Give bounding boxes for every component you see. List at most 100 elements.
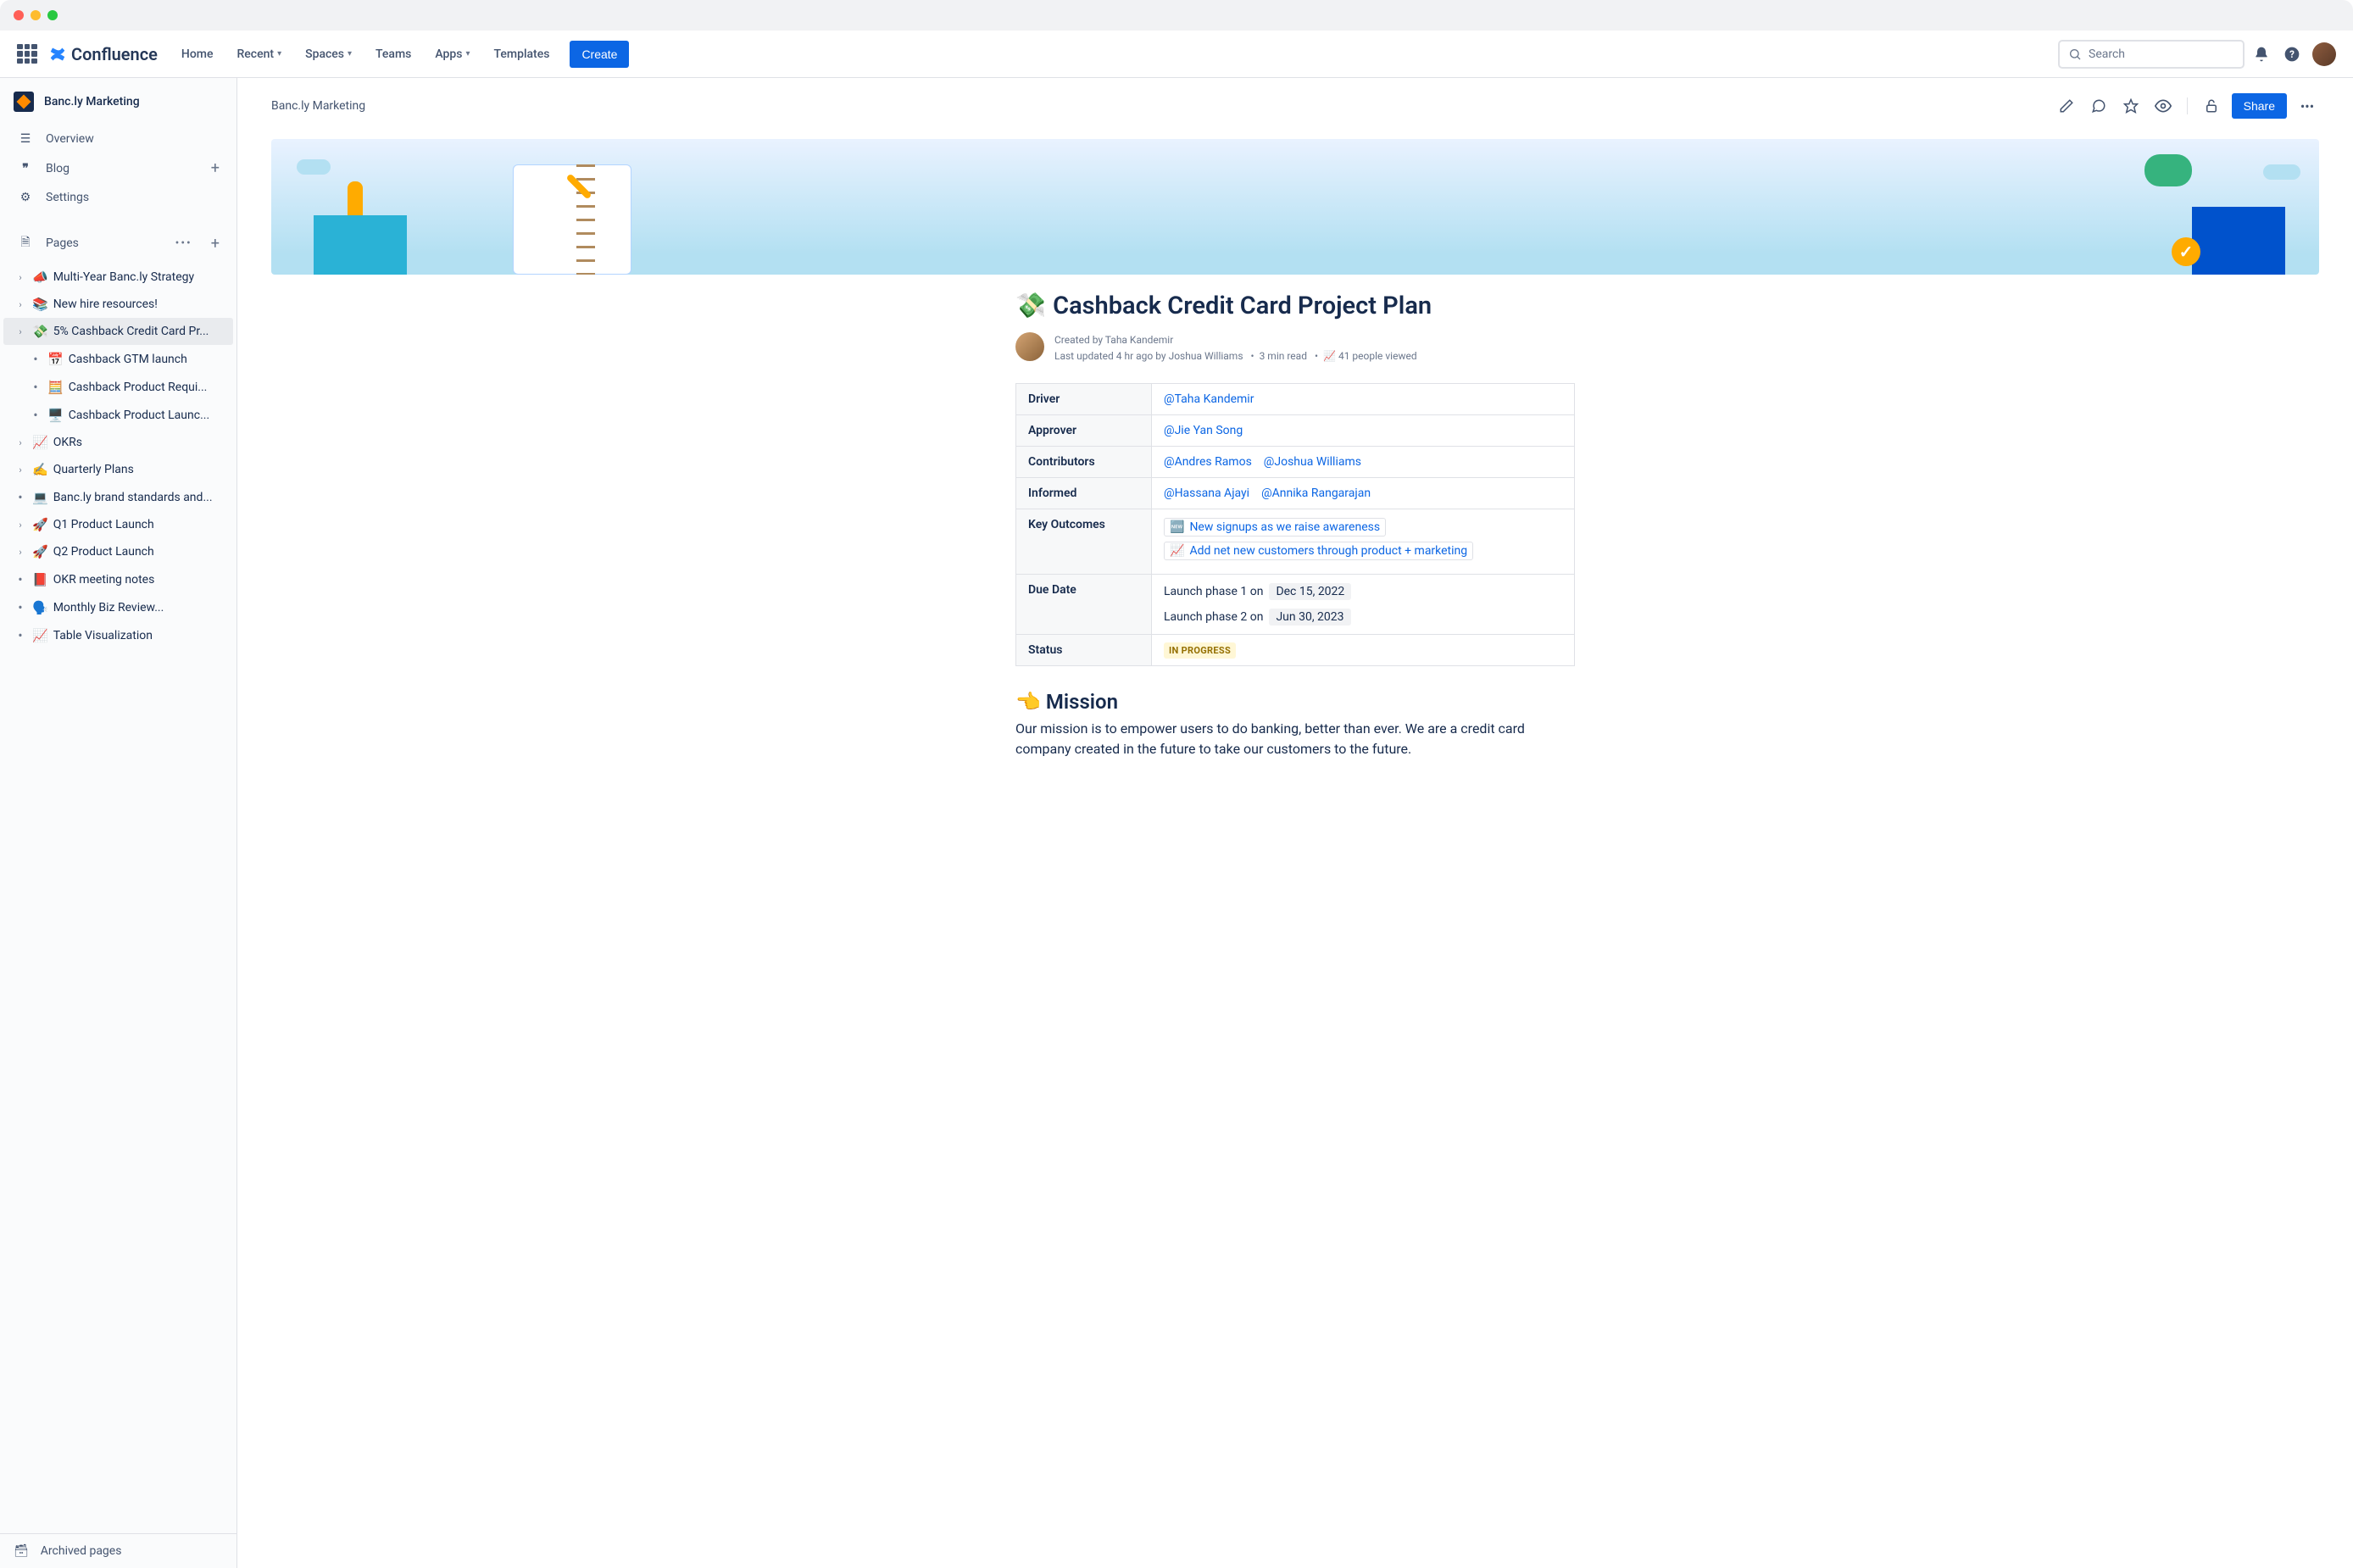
expand-icon[interactable]: › — [14, 326, 27, 337]
app-switcher-icon[interactable] — [17, 44, 37, 64]
page-emoji: 📚 — [32, 297, 48, 312]
mention[interactable]: @Hassana Ajayi — [1164, 487, 1249, 500]
page-emoji: 💻 — [32, 490, 48, 505]
edit-icon[interactable] — [2055, 94, 2078, 118]
sidebar-pages-header[interactable]: 🗎Pages•••+ — [7, 226, 230, 260]
share-button[interactable]: Share — [2232, 93, 2287, 119]
window-chrome — [0, 0, 2353, 31]
archive-icon: 🗃 — [14, 1544, 29, 1558]
help-icon[interactable]: ? — [2278, 41, 2306, 68]
more-icon[interactable]: ••• — [175, 236, 192, 250]
mention[interactable]: @Jie Yan Song — [1164, 424, 1243, 437]
tree-item-label: 5% Cashback Credit Card Pr... — [53, 325, 209, 338]
date-chip[interactable]: Jun 30, 2023 — [1269, 609, 1350, 626]
archived-pages[interactable]: 🗃 Archived pages — [0, 1533, 236, 1568]
analytics-icon: 📈 — [1323, 350, 1336, 362]
linked-page[interactable]: 📈Add net new customers through product +… — [1164, 542, 1473, 560]
star-icon[interactable] — [2119, 94, 2143, 118]
notifications-icon[interactable] — [2248, 41, 2275, 68]
chevron-down-icon: ▾ — [277, 49, 281, 58]
tree-item[interactable]: › 📚 New hire resources! — [3, 291, 233, 318]
create-button[interactable]: Create — [570, 41, 629, 68]
tree-item[interactable]: •🗣️Monthly Biz Review... — [3, 593, 233, 621]
more-actions-icon[interactable]: ••• — [2295, 94, 2319, 118]
space-header[interactable]: Banc.ly Marketing — [0, 78, 236, 122]
mention[interactable]: @Joshua Williams — [1264, 455, 1361, 469]
expand-icon[interactable]: › — [14, 437, 27, 448]
sidebar-overview[interactable]: ☰Overview — [7, 125, 230, 153]
page-emoji: 🗣️ — [32, 600, 48, 615]
tree-item[interactable]: ›🚀Q2 Product Launch — [3, 538, 233, 565]
maximize-window-icon[interactable] — [47, 10, 58, 20]
add-icon[interactable]: + — [211, 159, 220, 177]
sidebar-settings[interactable]: ⚙Settings — [7, 184, 230, 211]
expand-icon[interactable]: › — [14, 299, 27, 310]
mission-text: Our mission is to empower users to do ba… — [1015, 719, 1575, 759]
tree-item[interactable]: •📅Cashback GTM launch — [3, 345, 233, 373]
author-avatar[interactable] — [1015, 332, 1044, 361]
page-emoji: 🚀 — [32, 517, 48, 532]
expand-icon[interactable]: › — [14, 464, 27, 475]
nav-templates[interactable]: Templates — [484, 41, 560, 68]
tree-item[interactable]: •🖥️Cashback Product Launc... — [3, 401, 233, 429]
bullet-icon[interactable]: • — [14, 571, 27, 587]
page-emoji: 🚀 — [32, 544, 48, 559]
editor-name[interactable]: Joshua Williams — [1169, 350, 1243, 362]
minimize-window-icon[interactable] — [31, 10, 41, 20]
date-chip[interactable]: Dec 15, 2022 — [1269, 583, 1351, 600]
user-avatar[interactable] — [2312, 42, 2336, 66]
page-emoji: 📈 — [32, 628, 48, 643]
nav-teams[interactable]: Teams — [365, 41, 421, 68]
product-name: Confluence — [71, 44, 158, 64]
space-icon — [14, 92, 34, 112]
gear-icon: ⚙ — [17, 191, 34, 204]
comments-icon[interactable] — [2087, 94, 2111, 118]
tree-item-label: Cashback GTM launch — [69, 353, 187, 366]
tree-item[interactable]: •📈Table Visualization — [3, 621, 233, 649]
author-name[interactable]: Taha Kandemir — [1105, 334, 1173, 346]
nav-spaces[interactable]: Spaces▾ — [295, 41, 362, 68]
mention[interactable]: @Andres Ramos — [1164, 455, 1252, 469]
expand-icon[interactable]: › — [14, 547, 27, 558]
project-info-table: Driver@Taha Kandemir Approver@Jie Yan So… — [1015, 383, 1575, 666]
bullet-icon[interactable]: • — [29, 379, 42, 395]
tree-item-label: OKR meeting notes — [53, 573, 155, 587]
nav-apps[interactable]: Apps▾ — [425, 41, 480, 68]
bullet-icon[interactable]: • — [14, 599, 27, 615]
bullet-icon[interactable]: • — [14, 627, 27, 643]
tree-item[interactable]: ›✍️Quarterly Plans — [3, 456, 233, 483]
tree-item[interactable]: › 🚀 Q1 Product Launch — [3, 511, 233, 538]
close-window-icon[interactable] — [14, 10, 24, 20]
tree-item[interactable]: •💻Banc.ly brand standards and... — [3, 483, 233, 511]
product-logo[interactable]: Confluence — [47, 44, 158, 64]
bullet-icon[interactable]: • — [14, 489, 27, 505]
watch-icon[interactable] — [2151, 94, 2175, 118]
sidebar: Banc.ly Marketing ☰Overview ❞Blog+ ⚙Sett… — [0, 78, 237, 1568]
nav-home[interactable]: Home — [171, 41, 224, 68]
tree-item[interactable]: ›📈OKRs — [3, 429, 233, 456]
expand-icon[interactable]: › — [14, 520, 27, 531]
page-emoji: 🧮 — [47, 380, 64, 395]
confluence-icon — [47, 44, 68, 64]
tree-item[interactable]: • 🧮 Cashback Product Requi... — [3, 373, 233, 401]
add-icon[interactable]: + — [211, 235, 220, 253]
breadcrumb[interactable]: Banc.ly Marketing — [271, 99, 365, 113]
expand-icon[interactable]: › — [14, 272, 27, 283]
tree-item-label: Q1 Product Launch — [53, 518, 154, 531]
bullet-icon[interactable]: • — [29, 407, 42, 423]
svg-text:?: ? — [2289, 48, 2295, 60]
tree-item-label: Cashback Product Requi... — [69, 381, 208, 394]
nav-recent[interactable]: Recent▾ — [226, 41, 292, 68]
tree-item[interactable]: ›📣Multi-Year Banc.ly Strategy — [3, 264, 233, 291]
restrictions-icon[interactable] — [2200, 94, 2223, 118]
mention[interactable]: @Taha Kandemir — [1164, 392, 1254, 406]
search-input[interactable]: Search — [2058, 40, 2245, 69]
bullet-icon[interactable]: • — [29, 351, 42, 367]
tree-item[interactable]: •📕OKR meeting notes — [3, 565, 233, 593]
mention[interactable]: @Annika Rangarajan — [1261, 487, 1371, 500]
status-badge: IN PROGRESS — [1164, 642, 1236, 659]
tree-item-label: New hire resources! — [53, 297, 158, 311]
linked-page[interactable]: 🆕New signups as we raise awareness — [1164, 518, 1386, 537]
tree-item[interactable]: ›💸5% Cashback Credit Card Pr... — [3, 318, 233, 345]
sidebar-blog[interactable]: ❞Blog+ — [7, 153, 230, 184]
